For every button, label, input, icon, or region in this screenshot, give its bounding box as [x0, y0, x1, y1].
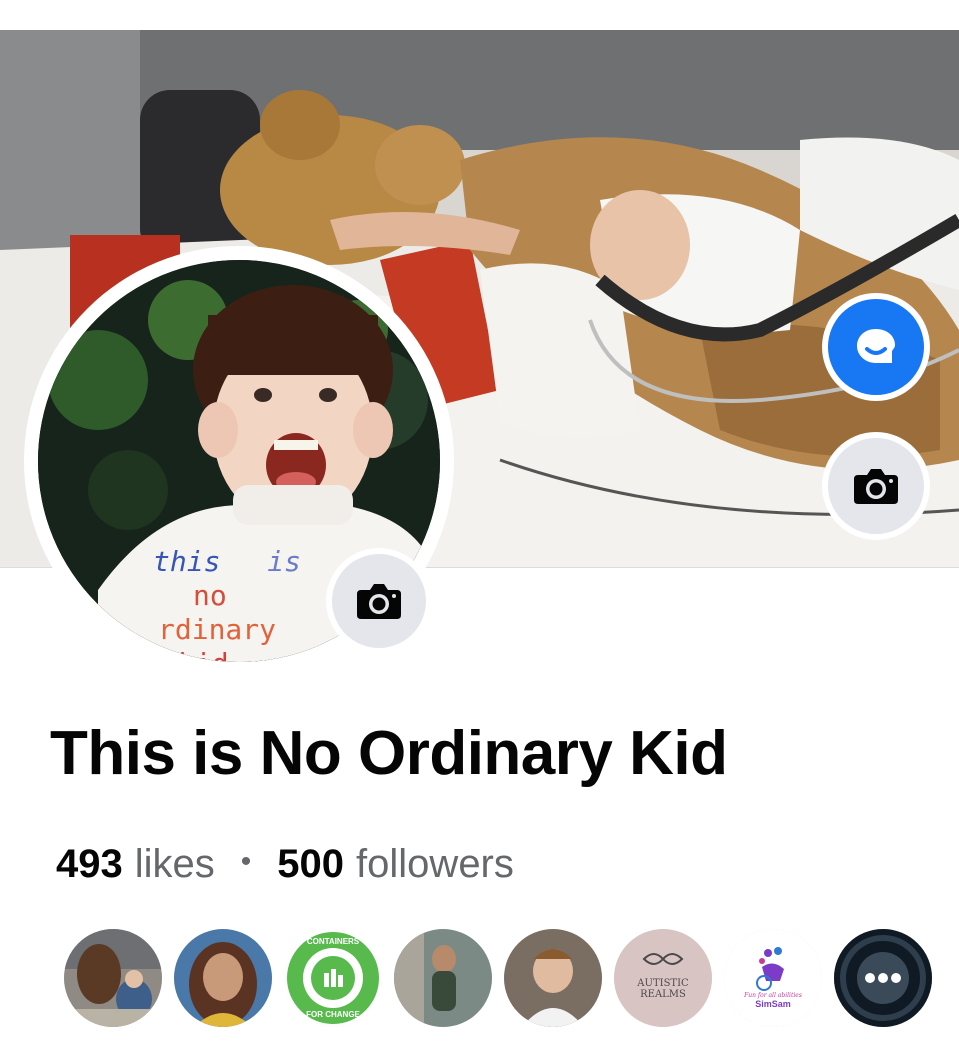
page-title: This is No Ordinary Kid: [50, 719, 728, 788]
autistic-realms-avatar[interactable]: AUTISTIC REALMS: [614, 929, 712, 1027]
containers-bottom-text: FOR CHANGE: [306, 1010, 360, 1019]
shirt-word-5: kid: [178, 647, 229, 662]
shirt-word-1: this: [153, 545, 221, 578]
friend-photo: [394, 929, 492, 1027]
messenger-icon: [857, 329, 895, 363]
simsam-tagline: Fun for all abilities: [744, 991, 802, 999]
simsam-text: Fun for all abilities SimSam: [724, 929, 822, 1027]
camera-icon: [854, 469, 898, 504]
friend-avatar-4[interactable]: [394, 929, 492, 1027]
friend-photo: [64, 929, 162, 1027]
containers-top-text: CONTAINERS: [306, 937, 360, 946]
stats-separator: •: [240, 845, 252, 878]
shirt-word-4: rdinary: [158, 613, 277, 646]
autistic-realms-line2: REALMS: [640, 989, 686, 1000]
edit-cover-photo-button[interactable]: [822, 432, 930, 540]
containers-for-change-avatar[interactable]: CONTAINERS FOR CHANGE: [284, 929, 382, 1027]
more-icon: [834, 929, 932, 1027]
simsam-label: SimSam: [755, 998, 791, 1009]
shirt-word-2: is: [267, 545, 302, 578]
autistic-realms-text: AUTISTIC REALMS: [614, 929, 712, 1027]
containers-for-change-text: CONTAINERS FOR CHANGE: [284, 929, 382, 1027]
friend-avatar-5[interactable]: [504, 929, 602, 1027]
edit-profile-picture-button[interactable]: [326, 548, 432, 654]
likes-count[interactable]: 493: [56, 842, 123, 887]
message-button[interactable]: [822, 293, 930, 401]
simsam-avatar[interactable]: Fun for all abilities SimSam: [724, 929, 822, 1027]
friend-avatar-2[interactable]: [174, 929, 272, 1027]
followers-label[interactable]: followers: [356, 842, 514, 887]
shirt-word-3: no: [193, 579, 227, 612]
more-friends-button[interactable]: [834, 929, 932, 1027]
autistic-realms-line1: AUTISTIC: [637, 978, 689, 989]
page-stats: 493 likes • 500 followers: [56, 842, 514, 887]
friend-photo: [174, 929, 272, 1027]
friend-avatar-1[interactable]: [64, 929, 162, 1027]
camera-icon: [357, 584, 401, 619]
likes-label[interactable]: likes: [135, 842, 215, 887]
followers-count[interactable]: 500: [277, 842, 344, 887]
friend-photo: [504, 929, 602, 1027]
